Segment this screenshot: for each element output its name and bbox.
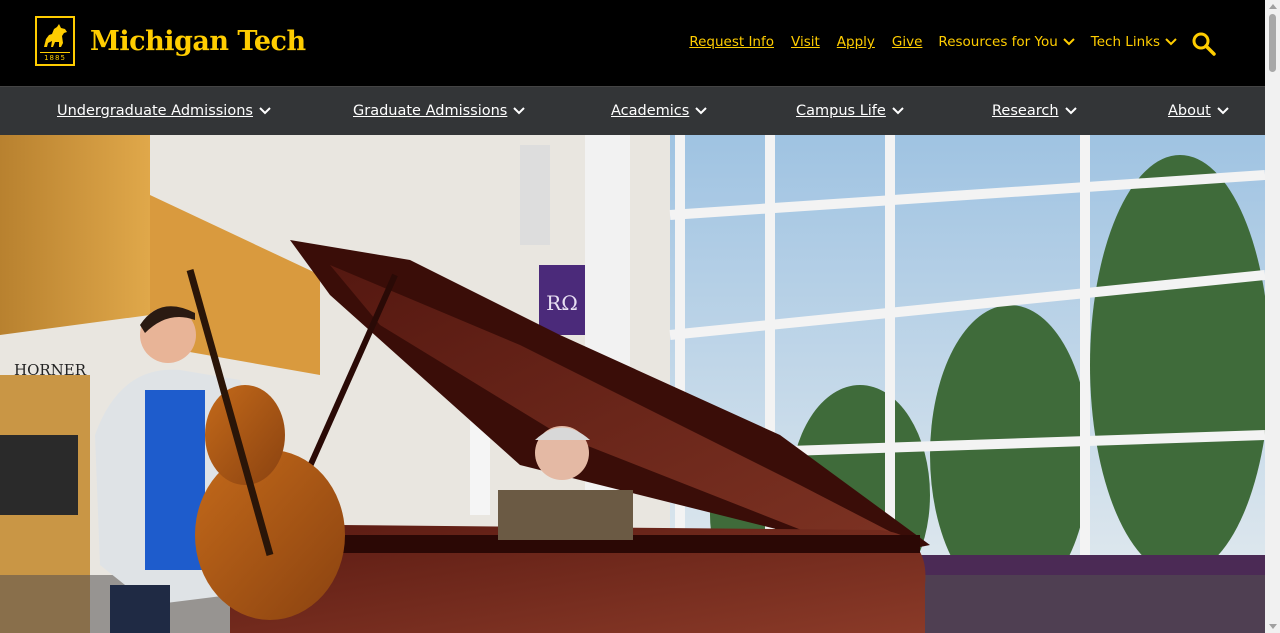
nav-graduate-admissions[interactable]: Graduate Admissions — [353, 103, 526, 119]
nav-label: Research — [992, 103, 1059, 119]
nav-label: Undergraduate Admissions — [57, 103, 253, 119]
util-link-give[interactable]: Give — [892, 34, 923, 50]
horner-sign: HORNER — [14, 361, 87, 379]
chevron-down-icon — [695, 107, 708, 115]
chevron-down-icon — [259, 107, 271, 115]
brand-name: Michigan Tech — [90, 25, 306, 57]
hero-image: RΩ HORNER — [0, 135, 1265, 633]
tech-links-dropdown-label: Tech Links — [1090, 34, 1160, 50]
nav-label: Academics — [611, 103, 690, 119]
husky-logo-icon: 1885 — [35, 16, 75, 66]
site-header: 1885 Michigan Tech Request Info Visit Ap… — [0, 0, 1265, 86]
tech-links-dropdown[interactable]: Tech Links — [1091, 34, 1177, 50]
page-scrollbar[interactable] — [1265, 0, 1280, 633]
chevron-down-icon — [1064, 107, 1077, 115]
scroll-down-arrow-icon[interactable] — [1269, 624, 1277, 629]
home-logo-link[interactable]: 1885 Michigan Tech — [35, 16, 306, 66]
nav-about[interactable]: About — [1168, 103, 1229, 119]
resources-dropdown[interactable]: Resources for You — [938, 34, 1075, 50]
chevron-down-icon — [1063, 38, 1075, 46]
search-icon[interactable] — [1191, 31, 1216, 56]
nav-academics[interactable]: Academics — [611, 103, 708, 119]
nav-undergraduate-admissions[interactable]: Undergraduate Admissions — [57, 103, 271, 119]
chevron-down-icon — [892, 107, 904, 115]
main-nav: Undergraduate Admissions Graduate Admiss… — [0, 86, 1265, 135]
nav-research[interactable]: Research — [992, 103, 1077, 119]
chevron-down-icon — [513, 107, 526, 115]
scrollbar-thumb[interactable] — [1269, 14, 1276, 72]
nav-label: Graduate Admissions — [353, 103, 508, 119]
logo-year: 1885 — [40, 52, 70, 62]
resources-dropdown-label: Resources for You — [938, 34, 1058, 50]
chevron-down-icon — [1165, 38, 1177, 46]
nav-label: About — [1168, 103, 1211, 119]
util-link-request-info[interactable]: Request Info — [689, 34, 774, 50]
chevron-down-icon — [1217, 107, 1229, 115]
utility-nav: Request Info Visit Apply Give Resources … — [672, 34, 1177, 50]
nav-label: Campus Life — [796, 103, 886, 119]
nav-campus-life[interactable]: Campus Life — [796, 103, 904, 119]
banner-text: RΩ — [546, 291, 578, 315]
scroll-up-arrow-icon[interactable] — [1269, 4, 1277, 9]
hero-illustration: RΩ HORNER — [0, 135, 1265, 633]
util-link-apply[interactable]: Apply — [837, 34, 875, 50]
util-link-visit[interactable]: Visit — [791, 34, 820, 50]
